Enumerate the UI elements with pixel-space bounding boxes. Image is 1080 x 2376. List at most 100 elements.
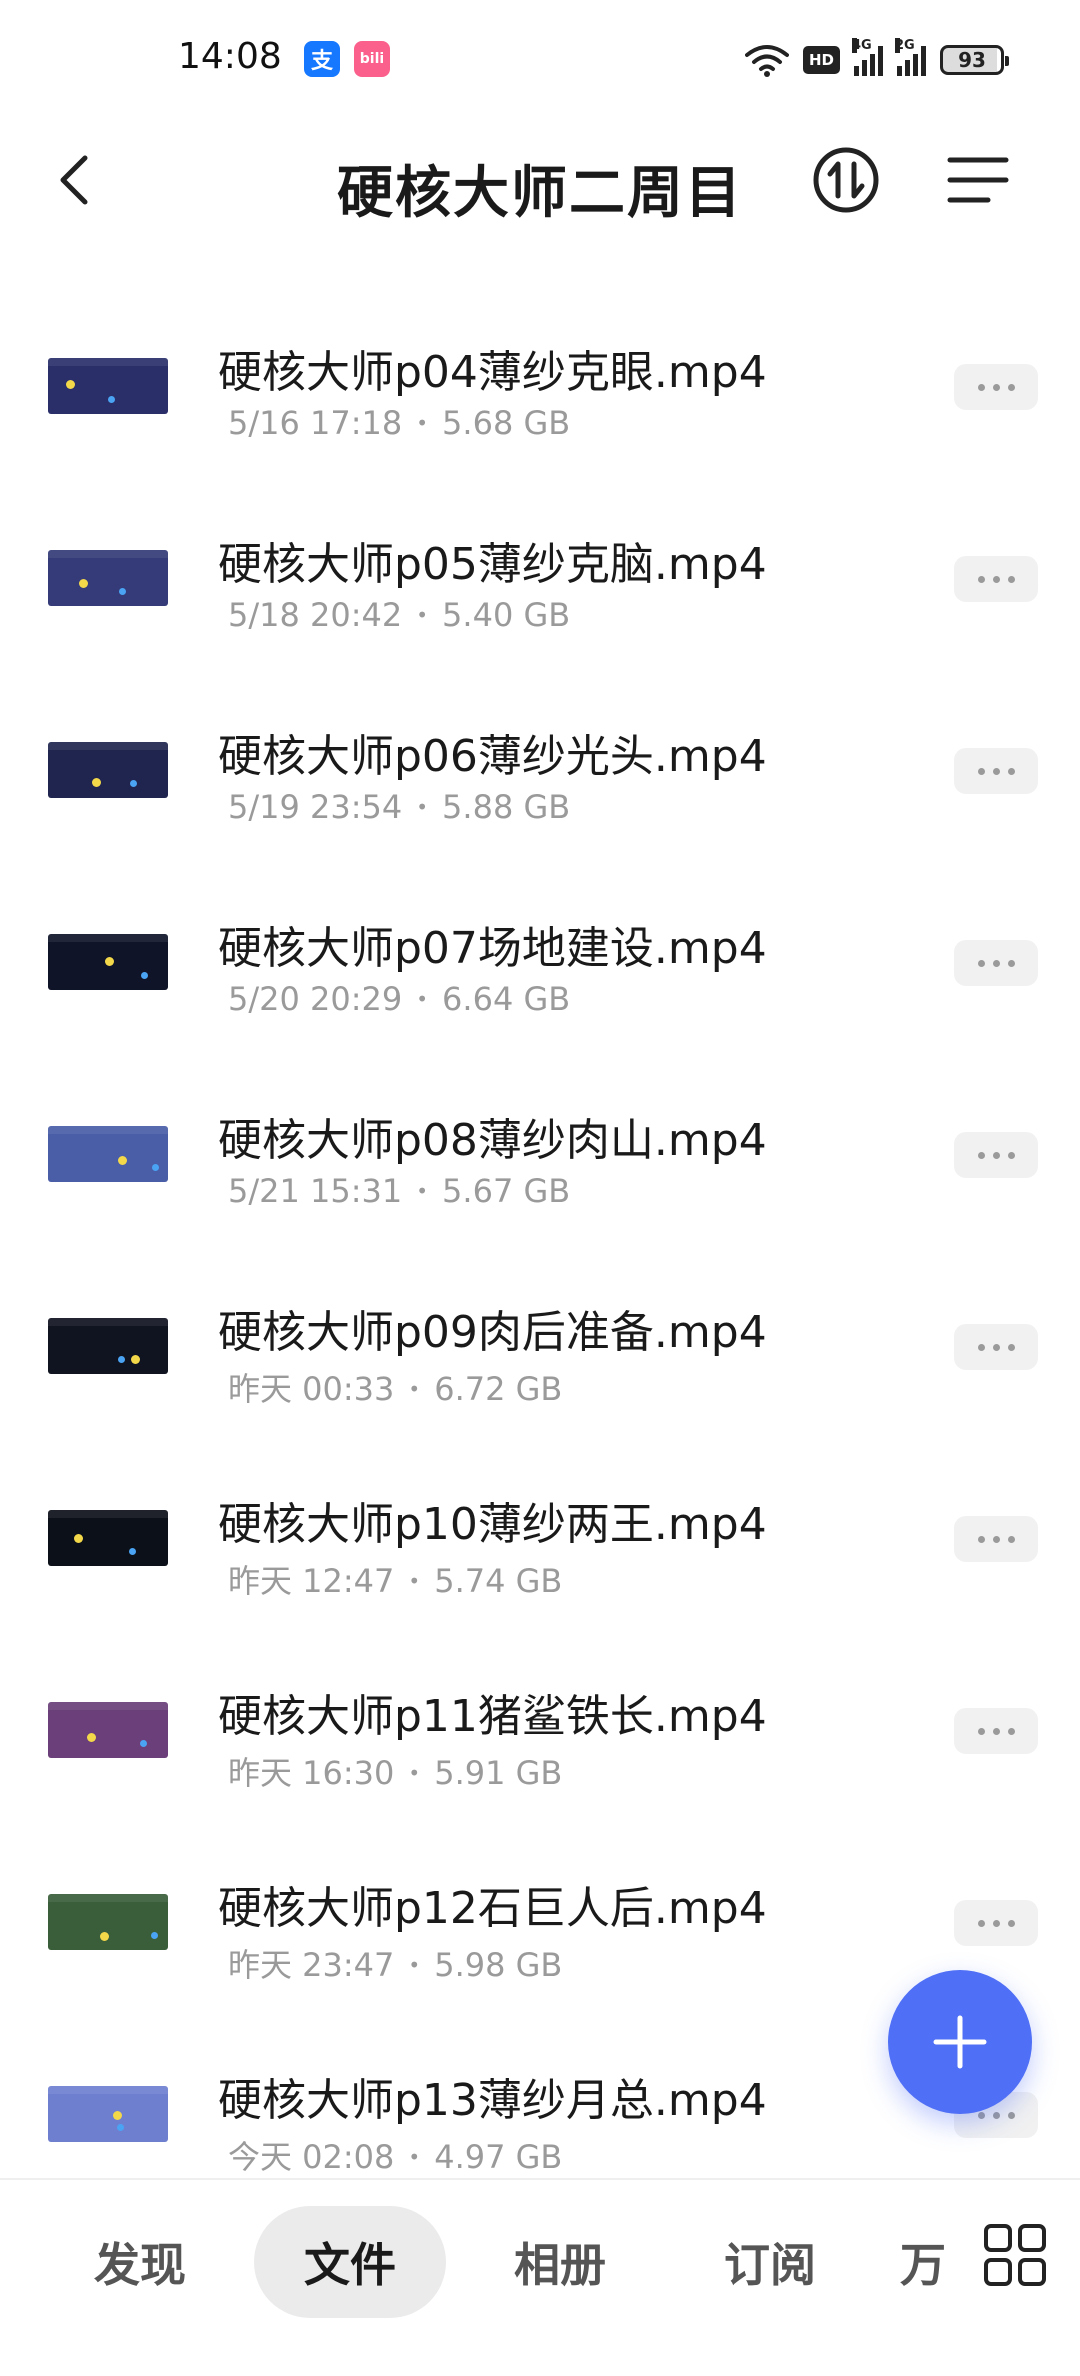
signal-2g-label: 2G [895, 38, 915, 53]
more-horizontal-icon [992, 1151, 1000, 1159]
file-meta: 今天 02:08 • 4.97 GB [228, 2132, 562, 2178]
thumbnail-top-bar [48, 1126, 168, 1134]
video-thumbnail [48, 1126, 168, 1182]
meta-separator: • [408, 1377, 421, 1401]
nav-grid-button[interactable] [980, 2220, 1050, 2290]
file-row[interactable]: 硬核大师p10薄纱两王.mp4 昨天 12:47 • 5.74 GB [0, 1452, 1080, 1644]
thumbnail-detail [87, 1733, 96, 1742]
file-meta: 5/21 15:31 • 5.67 GB [228, 1172, 570, 1210]
meta-separator: • [416, 1179, 429, 1203]
hd-voice-icon: HD [802, 46, 840, 74]
file-date: 5/16 17:18 [228, 404, 403, 442]
thumbnail-detail [108, 396, 115, 403]
battery-icon: 93 [940, 45, 1009, 75]
tab-subscribe[interactable]: 订阅 [690, 2206, 850, 2318]
menu-icon [947, 157, 1009, 203]
more-horizontal-icon [1007, 575, 1015, 583]
more-horizontal-icon [1007, 1535, 1015, 1543]
more-options-button[interactable] [954, 556, 1038, 602]
more-horizontal-icon [977, 1535, 985, 1543]
file-row[interactable]: 硬核大师p11猪鲨铁长.mp4 昨天 16:30 • 5.91 GB [0, 1644, 1080, 1836]
more-horizontal-icon [977, 1151, 985, 1159]
tab-files[interactable]: 文件 [254, 2206, 446, 2318]
file-row[interactable]: 硬核大师p05薄纱克脑.mp4 5/18 20:42 • 5.40 GB [0, 492, 1080, 684]
thumbnail-top-bar [48, 1318, 168, 1326]
more-horizontal-icon [1007, 1343, 1015, 1351]
sort-icon [813, 147, 879, 213]
file-name: 硬核大师p07场地建设.mp4 [218, 923, 767, 974]
file-date: 5/21 15:31 [228, 1172, 403, 1210]
meta-separator: • [408, 2145, 421, 2169]
thumbnail-detail [79, 579, 88, 588]
status-time: 14:08 [178, 36, 282, 77]
more-horizontal-icon [977, 1343, 985, 1351]
thumbnail-detail [140, 1740, 147, 1747]
thumbnail-top-bar [48, 1702, 168, 1710]
more-options-button[interactable] [954, 364, 1038, 410]
file-meta: 昨天 12:47 • 5.74 GB [228, 1556, 562, 1602]
more-horizontal-icon [992, 959, 1000, 967]
file-date: 昨天 23:47 [228, 1946, 395, 1984]
video-thumbnail [48, 742, 168, 798]
more-horizontal-icon [1007, 1727, 1015, 1735]
file-name: 硬核大师p06薄纱光头.mp4 [218, 731, 767, 782]
file-meta: 5/16 17:18 • 5.68 GB [228, 404, 570, 442]
status-indicators: HD 4G 2G 93 [744, 38, 1009, 82]
thumbnail-top-bar [48, 1894, 168, 1902]
more-options-button[interactable] [954, 1516, 1038, 1562]
video-thumbnail [48, 1894, 168, 1950]
meta-separator: • [408, 1569, 421, 1593]
file-size: 5.98 GB [434, 1946, 563, 1984]
file-meta: 昨天 23:47 • 5.98 GB [228, 1940, 562, 1986]
meta-separator: • [416, 603, 429, 627]
file-row[interactable]: 硬核大师p07场地建设.mp4 5/20 20:29 • 6.64 GB [0, 876, 1080, 1068]
video-thumbnail [48, 1510, 168, 1566]
file-size: 5.91 GB [434, 1754, 563, 1792]
sort-button[interactable] [808, 142, 884, 218]
file-name: 硬核大师p10薄纱两王.mp4 [218, 1499, 767, 1550]
tab-more-partial[interactable]: 万 [900, 2206, 948, 2318]
thumbnail-detail [66, 380, 75, 389]
file-row[interactable]: 硬核大师p09肉后准备.mp4 昨天 00:33 • 6.72 GB [0, 1260, 1080, 1452]
more-horizontal-icon [992, 2111, 1000, 2119]
screen: 14:08 支 bili HD 4G 2G 93 硬核大师二周目 硬核大师p04… [0, 0, 1080, 2376]
tab-discover[interactable]: 发现 [60, 2206, 220, 2318]
more-horizontal-icon [1007, 1919, 1015, 1927]
menu-button[interactable] [940, 142, 1016, 218]
thumbnail-detail [117, 2124, 124, 2131]
thumbnail-top-bar [48, 550, 168, 558]
file-meta: 5/20 20:29 • 6.64 GB [228, 980, 570, 1018]
more-horizontal-icon [992, 1919, 1000, 1927]
file-meta: 昨天 00:33 • 6.72 GB [228, 1364, 562, 1410]
file-size: 5.40 GB [442, 596, 571, 634]
more-options-button[interactable] [954, 940, 1038, 986]
thumbnail-detail [119, 588, 126, 595]
file-row[interactable]: 硬核大师p06薄纱光头.mp4 5/19 23:54 • 5.88 GB [0, 684, 1080, 876]
more-options-button[interactable] [954, 1324, 1038, 1370]
tab-more-partial-label: 万 [900, 2238, 946, 2292]
more-options-button[interactable] [954, 748, 1038, 794]
thumbnail-top-bar [48, 2086, 168, 2094]
file-name: 硬核大师p09肉后准备.mp4 [218, 1307, 767, 1358]
tab-album-label: 相册 [514, 2238, 606, 2292]
more-horizontal-icon [992, 1727, 1000, 1735]
thumbnail-top-bar [48, 742, 168, 750]
more-horizontal-icon [992, 1343, 1000, 1351]
grid-icon [984, 2224, 1046, 2286]
more-horizontal-icon [1007, 767, 1015, 775]
file-row[interactable]: 硬核大师p08薄纱肉山.mp4 5/21 15:31 • 5.67 GB [0, 1068, 1080, 1260]
tab-subscribe-label: 订阅 [724, 2238, 816, 2292]
bilibili-notification-icon: bili [354, 41, 390, 77]
meta-separator: • [408, 1953, 421, 1977]
file-size: 4.97 GB [434, 2138, 563, 2176]
tab-album[interactable]: 相册 [480, 2206, 640, 2318]
file-date: 5/20 20:29 [228, 980, 403, 1018]
add-button[interactable] [888, 1970, 1032, 2114]
file-row[interactable]: 硬核大师p04薄纱克眼.mp4 5/16 17:18 • 5.68 GB [0, 300, 1080, 492]
video-thumbnail [48, 358, 168, 414]
more-horizontal-icon [977, 1727, 985, 1735]
more-options-button[interactable] [954, 1132, 1038, 1178]
more-options-button[interactable] [954, 1708, 1038, 1754]
thumbnail-detail [129, 1548, 136, 1555]
more-options-button[interactable] [954, 1900, 1038, 1946]
